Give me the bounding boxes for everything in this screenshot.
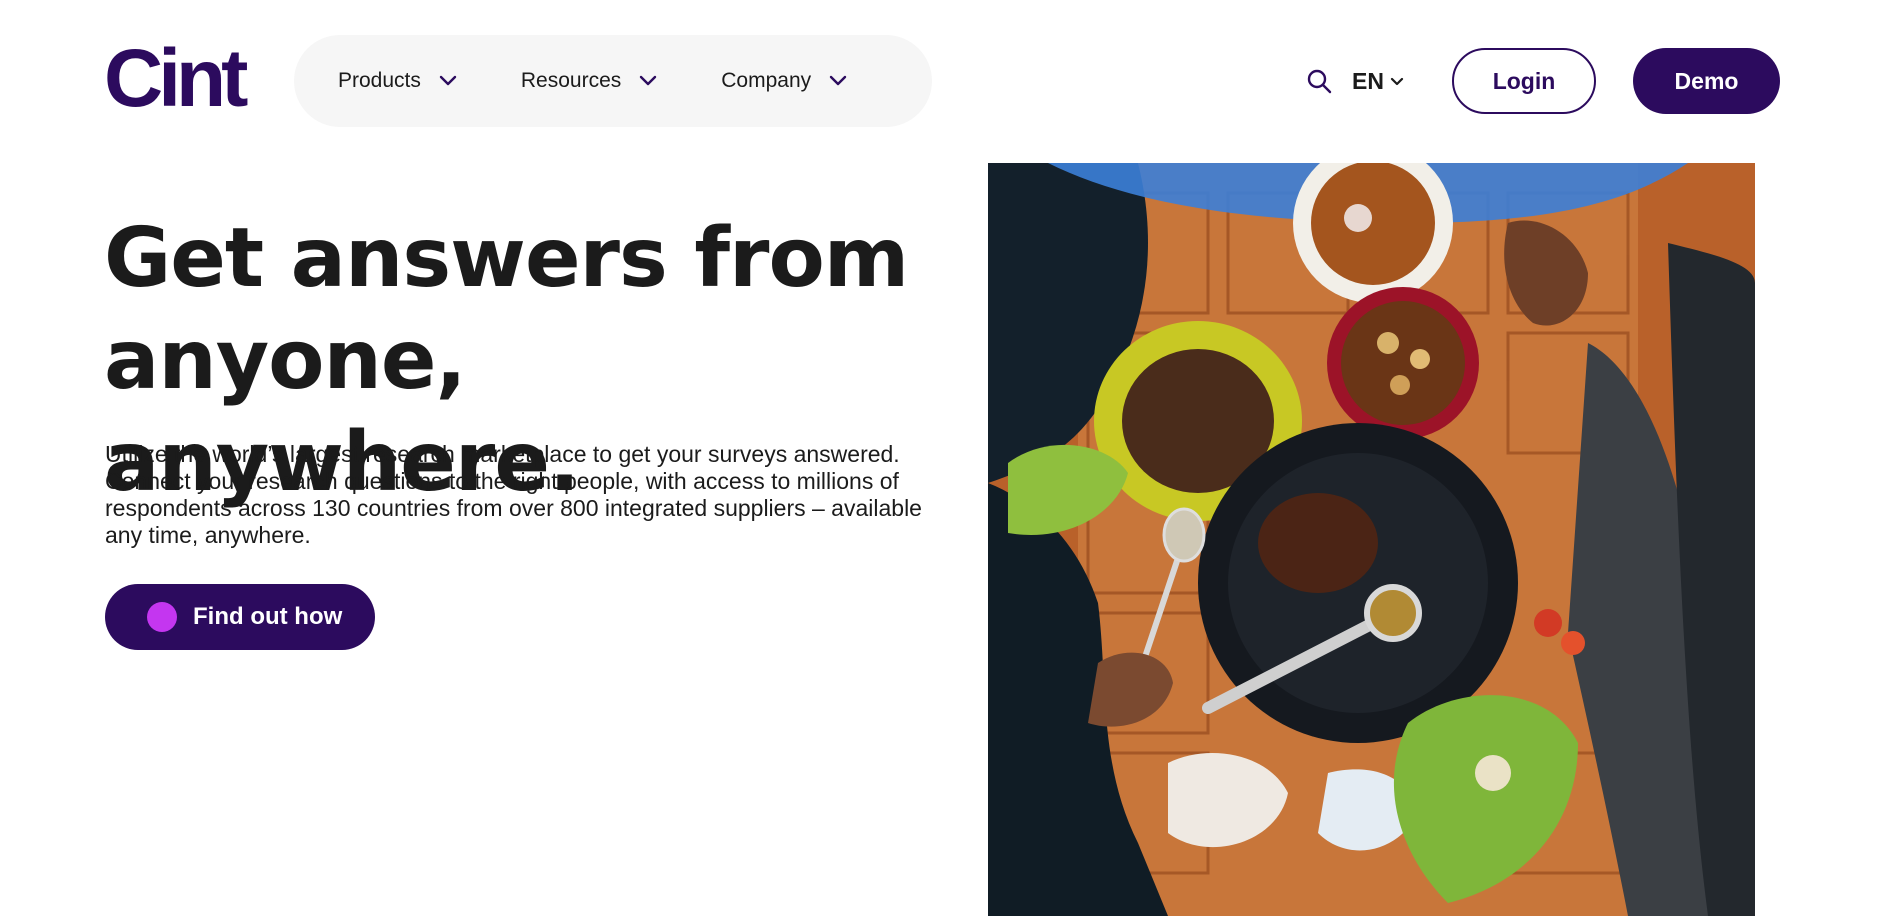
headline-line-1: Get answers from: [104, 211, 909, 306]
food-table-photo: [988, 163, 1755, 916]
nav-item-label: Products: [338, 69, 421, 92]
chevron-down-icon: [640, 75, 657, 86]
chevron-down-icon: [829, 75, 847, 86]
cta-label: Find out how: [193, 603, 343, 630]
search-icon[interactable]: [1306, 68, 1332, 94]
language-label: EN: [1352, 68, 1384, 94]
nav-item-products[interactable]: Products: [338, 69, 457, 93]
login-button[interactable]: Login: [1452, 48, 1596, 114]
nav-item-company[interactable]: Company: [721, 69, 847, 93]
chevron-down-icon: [1390, 77, 1404, 85]
chevron-down-icon: [439, 75, 457, 86]
language-selector[interactable]: EN: [1352, 68, 1404, 95]
cint-logo[interactable]: Cint: [104, 38, 248, 120]
cta-dot-icon: [147, 602, 177, 632]
find-out-how-button[interactable]: Find out how: [105, 584, 375, 650]
hero-description: Utilize the world’s largest research mar…: [105, 441, 922, 548]
nav-item-label: Resources: [520, 69, 622, 92]
nav-item-label: Company: [721, 69, 812, 92]
hero-image: [988, 163, 1755, 916]
nav-item-resources[interactable]: Resources: [521, 69, 657, 93]
main-nav: Products Resources Company: [294, 35, 932, 127]
demo-button[interactable]: Demo: [1633, 48, 1780, 114]
